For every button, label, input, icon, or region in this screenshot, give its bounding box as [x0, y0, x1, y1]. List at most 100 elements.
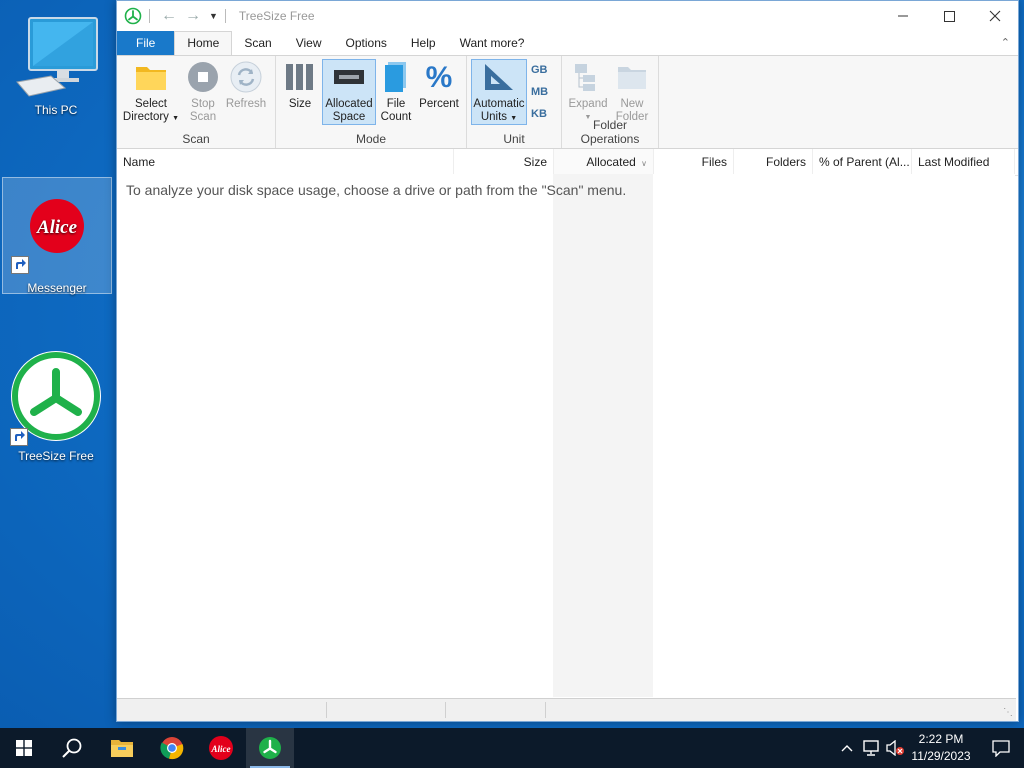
column-last-modified[interactable]: Last Modified [912, 149, 1015, 175]
ribbon-group-unit: Automatic Units ▼ GB MB KB Unit [467, 56, 562, 148]
tab-want-more[interactable]: Want more? [448, 31, 537, 55]
expand-tree-icon [575, 64, 595, 91]
action-center-button[interactable] [978, 728, 1024, 768]
percent-icon: % [425, 60, 453, 94]
dropdown-arrow-icon: ▼ [172, 115, 180, 122]
ribbon-group-mode: Size Allocated Space File Count % Percen… [276, 56, 467, 148]
notification-icon [992, 740, 1010, 757]
tree-list-area[interactable]: To analyze your disk space usage, choose… [117, 174, 1015, 697]
show-hidden-icons-button[interactable] [838, 728, 856, 768]
taskbar-treesize[interactable] [246, 728, 294, 768]
collapse-ribbon-icon[interactable]: ⌃ [1001, 36, 1010, 49]
shortcut-arrow-icon [11, 256, 29, 274]
status-cell [117, 702, 327, 718]
system-clock[interactable]: 2:22 PM 11/29/2023 [906, 731, 976, 765]
mb-unit-button[interactable]: MB [531, 86, 548, 98]
shortcut-arrow-icon [10, 428, 28, 446]
file-count-mode-button[interactable]: File Count [376, 60, 416, 124]
column-files[interactable]: Files [654, 149, 734, 175]
tab-view[interactable]: View [284, 31, 334, 55]
column-name[interactable]: Name [117, 149, 454, 175]
status-cell [447, 702, 546, 718]
desktop-icon-messenger[interactable]: Alice Messenger [2, 177, 112, 295]
quick-access-dropdown-icon[interactable]: ▼ [209, 11, 218, 21]
kb-unit-button[interactable]: KB [531, 108, 547, 120]
size-mode-button[interactable]: Size [282, 60, 318, 111]
ribbon: Select Directory ▼ Stop Scan Refresh Sca… [117, 55, 1018, 149]
select-directory-button[interactable]: Select Directory ▼ [121, 60, 181, 125]
folder-icon [136, 67, 166, 90]
tab-file[interactable]: File [117, 31, 175, 55]
resize-grip-icon[interactable]: ⋱ [1003, 707, 1013, 718]
group-label: Mode [355, 132, 387, 146]
stop-icon [188, 62, 218, 92]
network-icon [863, 740, 879, 756]
tab-options[interactable]: Options [334, 31, 399, 55]
size-bars-icon [286, 64, 313, 90]
clock-time: 2:22 PM [918, 732, 964, 746]
tab-scan[interactable]: Scan [232, 31, 283, 55]
ribbon-tabs: File Home Scan View Options Help Want mo… [117, 31, 1018, 55]
group-label: Folder Operations [580, 118, 640, 146]
title-separator [149, 9, 150, 23]
stop-scan-button[interactable]: Stop Scan [183, 60, 223, 124]
back-arrow-icon[interactable]: ← [161, 7, 177, 25]
svg-text:Alice: Alice [36, 217, 78, 238]
new-folder-button[interactable]: New Folder [610, 60, 654, 124]
column-header-row: Name Size Allocated ∨ Files Folders % of… [117, 149, 1018, 176]
alice-messenger-icon: Alice [209, 736, 233, 760]
column-allocated[interactable]: Allocated ∨ [554, 149, 654, 175]
minimize-button[interactable] [880, 1, 926, 31]
search-icon [62, 738, 82, 758]
column-size[interactable]: Size [454, 149, 554, 175]
allocated-space-mode-button[interactable]: Allocated Space [322, 59, 376, 125]
percent-mode-button[interactable]: % Percent [416, 60, 462, 111]
tab-home[interactable]: Home [174, 31, 233, 55]
empty-state-hint: To analyze your disk space usage, choose… [126, 182, 627, 198]
title-separator [224, 9, 226, 23]
volume-muted-icon [886, 740, 904, 756]
column-percent-of-parent[interactable]: % of Parent (Al... [813, 149, 912, 175]
chrome-icon [160, 737, 184, 760]
status-cell [327, 702, 446, 718]
maximize-button[interactable] [926, 1, 972, 31]
treesize-app-icon [124, 7, 142, 25]
treesize-window: ← → ▼ TreeSize Free File Home Scan View … [116, 0, 1019, 722]
refresh-icon [230, 61, 262, 93]
start-button[interactable] [0, 728, 48, 768]
dropdown-arrow-icon: ▼ [510, 115, 518, 122]
taskbar-chrome[interactable] [148, 728, 196, 768]
treesize-logo-icon [259, 737, 281, 759]
volume-tray-button[interactable] [884, 728, 906, 768]
taskbar-alice-messenger[interactable]: Alice [197, 728, 245, 768]
desktop-icon-label: This PC [34, 103, 78, 117]
tab-help[interactable]: Help [399, 31, 448, 55]
group-label: Scan [182, 132, 210, 146]
sort-descending-icon: ∨ [641, 159, 647, 168]
refresh-button[interactable]: Refresh [223, 60, 269, 111]
close-button[interactable] [972, 1, 1018, 31]
new-folder-icon [618, 67, 646, 89]
windows-logo-icon [16, 740, 32, 756]
file-count-icon [385, 62, 406, 92]
desktop-icon-treesize[interactable]: TreeSize Free [8, 348, 104, 463]
status-bar: ⋱ [117, 698, 1016, 721]
svg-text:Alice: Alice [211, 744, 231, 754]
network-tray-button[interactable] [860, 728, 882, 768]
chevron-up-icon [841, 745, 853, 752]
taskbar-file-explorer[interactable] [98, 728, 146, 768]
automatic-units-button[interactable]: Automatic Units ▼ [471, 59, 527, 125]
desktop-icon-this-pc[interactable]: This PC [8, 12, 104, 117]
file-explorer-icon [111, 740, 133, 757]
ribbon-group-scan: Select Directory ▼ Stop Scan Refresh Sca… [117, 56, 276, 148]
forward-arrow-icon[interactable]: → [185, 7, 201, 25]
expand-button[interactable]: Expand ▼ [566, 60, 610, 124]
gb-unit-button[interactable]: GB [531, 64, 548, 76]
column-folders[interactable]: Folders [734, 149, 813, 175]
search-button[interactable] [48, 728, 96, 768]
alice-messenger-icon: Alice [30, 199, 84, 253]
title-bar[interactable]: ← → ▼ TreeSize Free [117, 1, 1018, 31]
computer-icon [16, 17, 98, 97]
clock-date: 11/29/2023 [911, 749, 971, 763]
ruler-triangle-icon [485, 64, 513, 90]
